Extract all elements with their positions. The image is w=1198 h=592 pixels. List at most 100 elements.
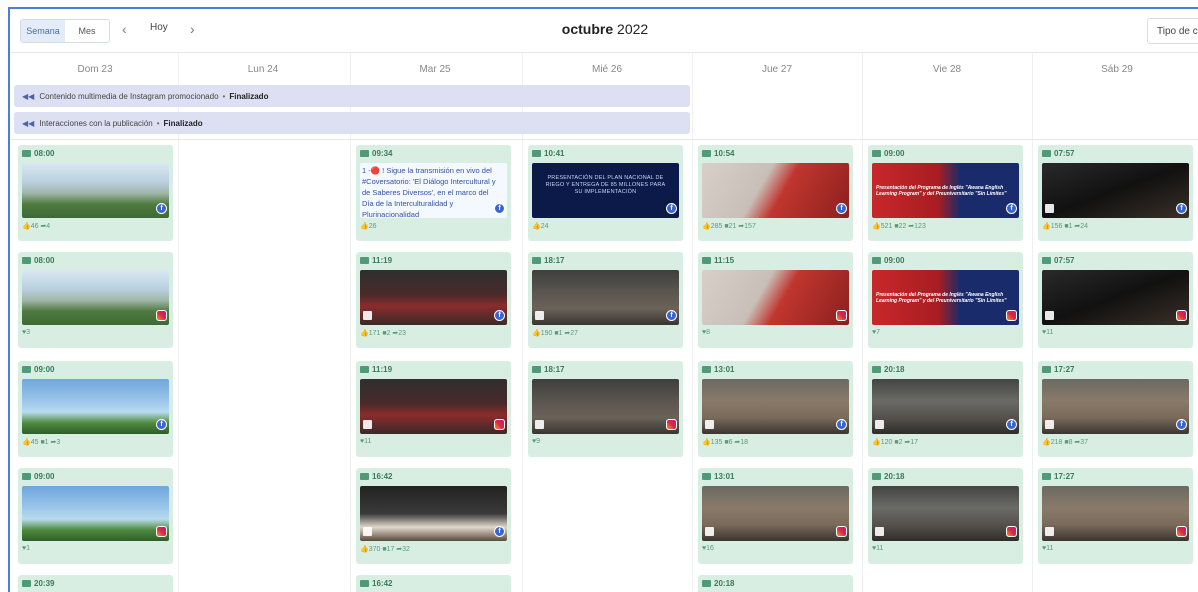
post-time: 16:42 — [372, 472, 393, 481]
post-card[interactable]: 11:15 ♥8 — [698, 252, 853, 348]
post-card[interactable]: 08:00 f 👍46 ➦4 — [18, 145, 173, 241]
instagram-icon — [836, 526, 847, 537]
post-thumbnail — [360, 270, 507, 325]
day-header-tue: Mar 25 — [419, 63, 451, 75]
post-stats: ♥16 — [702, 545, 714, 552]
post-card[interactable]: 09:00 f 👍45 ■1 ➦3 — [18, 361, 173, 457]
post-card[interactable]: 07:57 ♥11 — [1038, 252, 1193, 348]
post-thumbnail — [22, 379, 169, 434]
post-stats: ♥7 — [872, 329, 881, 336]
post-type-icon — [360, 150, 369, 157]
post-card[interactable]: 18:17 ♥9 — [528, 361, 683, 457]
post-thumbnail — [22, 163, 169, 218]
post-card[interactable]: 20:18 f 👍120 ■2 ➦17 — [868, 361, 1023, 457]
divider — [10, 139, 1198, 140]
post-card[interactable]: 20:18 ♥11 — [868, 468, 1023, 564]
post-type-icon — [872, 150, 881, 157]
post-card[interactable]: 07:57 f 👍156 ■1 ➦24 — [1038, 145, 1193, 241]
instagram-icon — [1006, 310, 1017, 321]
post-type-icon — [22, 473, 31, 480]
post-type-icon — [22, 580, 31, 587]
campaign-banner[interactable]: ◀◀ Interacciones con la publicación • Fi… — [14, 112, 690, 134]
post-card[interactable]: 10:54 f 👍285 ■21 ➦157 — [698, 145, 853, 241]
post-type-icon — [702, 150, 711, 157]
post-card[interactable]: 18:17 f 👍190 ■1 ➦27 — [528, 252, 683, 348]
post-card[interactable]: 09:34 1 -🔴 ! Sigue la transmisión en viv… — [356, 145, 511, 241]
post-card[interactable]: 16:42 f 👍370 ■17 ➦32 — [356, 468, 511, 564]
facebook-icon: f — [156, 419, 167, 430]
post-thumbnail — [22, 486, 169, 541]
post-stats: 👍120 ■2 ➦17 — [872, 439, 919, 446]
title-month: octubre — [561, 21, 614, 37]
post-stats: 👍45 ■1 ➦3 — [22, 439, 61, 446]
banner-separator: • — [156, 118, 160, 128]
post-thumbnail: Presentación del Programa de Inglés "Awa… — [872, 270, 1019, 325]
post-time: 08:00 — [34, 256, 55, 265]
post-text: 1 -🔴 ! Sigue la transmisión en vivo del … — [362, 166, 496, 217]
post-card[interactable]: 13:01 f 👍135 ■6 ➦18 — [698, 361, 853, 457]
calendar-window: Semana Mes ‹ Hoy › octubre 2022 Tipo de … — [8, 7, 1198, 592]
page-title: octubre 2022 — [10, 21, 1198, 37]
facebook-icon: f — [666, 310, 677, 321]
post-type-icon — [872, 366, 881, 373]
day-header-fri: Vie 28 — [932, 63, 962, 75]
instagram-icon — [156, 310, 167, 321]
carousel-icon — [363, 311, 372, 320]
post-card[interactable]: 13:01 ♥16 — [698, 468, 853, 564]
post-time: 08:00 — [34, 149, 55, 158]
post-card[interactable]: 11:19 ♥11 — [356, 361, 511, 457]
instagram-icon — [1176, 526, 1187, 537]
type-dropdown[interactable]: Tipo de c — [1147, 18, 1198, 44]
instagram-icon — [666, 419, 677, 430]
post-card[interactable]: 09:00 ♥1 — [18, 468, 173, 564]
day-header-sat: Sáb 29 — [1101, 63, 1133, 75]
post-card[interactable]: 17:27 ♥11 — [1038, 468, 1193, 564]
banner-status: Finalizado — [229, 91, 269, 101]
thumbnail-caption: Presentación del Programa de Inglés "Awa… — [876, 185, 1007, 197]
post-time: 09:00 — [34, 472, 55, 481]
post-card[interactable]: 09:00 Presentación del Programa de Inglé… — [868, 252, 1023, 348]
post-thumbnail — [1042, 163, 1189, 218]
instagram-icon — [836, 310, 847, 321]
post-time: 20:18 — [884, 472, 905, 481]
post-type-icon — [872, 257, 881, 264]
post-thumbnail: Presentación del Programa de Inglés "Awa… — [872, 163, 1019, 218]
post-stats: 👍285 ■21 ➦157 — [702, 223, 756, 230]
post-time: 10:54 — [714, 149, 735, 158]
post-time: 09:34 — [372, 149, 393, 158]
post-card[interactable]: 10:41 PRESENTACIÓN DEL PLAN NACIONAL DE … — [528, 145, 683, 241]
post-time: 10:41 — [544, 149, 565, 158]
facebook-icon: f — [156, 203, 167, 214]
post-stats: ♥11 — [1042, 329, 1054, 336]
post-stats: 👍24 — [532, 223, 549, 230]
post-type-icon — [702, 580, 711, 587]
post-type-icon — [532, 150, 541, 157]
post-type-icon — [702, 257, 711, 264]
column-divider — [862, 53, 863, 592]
post-card[interactable]: 16:42 — [356, 575, 511, 592]
post-stats: ♥8 — [702, 329, 711, 336]
post-type-icon — [872, 473, 881, 480]
facebook-icon: f — [666, 203, 677, 214]
post-thumbnail — [702, 486, 849, 541]
post-card[interactable]: 20:39 — [18, 575, 173, 592]
toolbar: Semana Mes ‹ Hoy › octubre 2022 Tipo de … — [10, 9, 1198, 53]
post-card[interactable]: 17:27 f 👍218 ■8 ➦37 — [1038, 361, 1193, 457]
post-card[interactable]: 09:00 Presentación del Programa de Inglé… — [868, 145, 1023, 241]
post-thumbnail — [360, 379, 507, 434]
column-divider — [692, 53, 693, 592]
day-header-wed: Mié 26 — [591, 63, 622, 75]
post-card[interactable]: 20:18 — [698, 575, 853, 592]
carousel-icon — [535, 311, 544, 320]
campaign-banner[interactable]: ◀◀ Contenido multimedia de Instagram pro… — [14, 85, 690, 107]
post-thumbnail — [1042, 379, 1189, 434]
day-header-thu: Jue 27 — [761, 63, 793, 75]
facebook-icon: f — [1006, 203, 1017, 214]
post-stats: 👍156 ■1 ➦24 — [1042, 223, 1089, 230]
post-card[interactable]: 08:00 ♥3 — [18, 252, 173, 348]
post-time: 16:42 — [372, 579, 393, 588]
thumbnail-caption: PRESENTACIÓN DEL PLAN NACIONAL DE RIEGO … — [545, 175, 666, 195]
post-card[interactable]: 11:19 f 👍171 ■2 ➦23 — [356, 252, 511, 348]
post-thumbnail — [360, 486, 507, 541]
post-stats: ♥11 — [872, 545, 884, 552]
